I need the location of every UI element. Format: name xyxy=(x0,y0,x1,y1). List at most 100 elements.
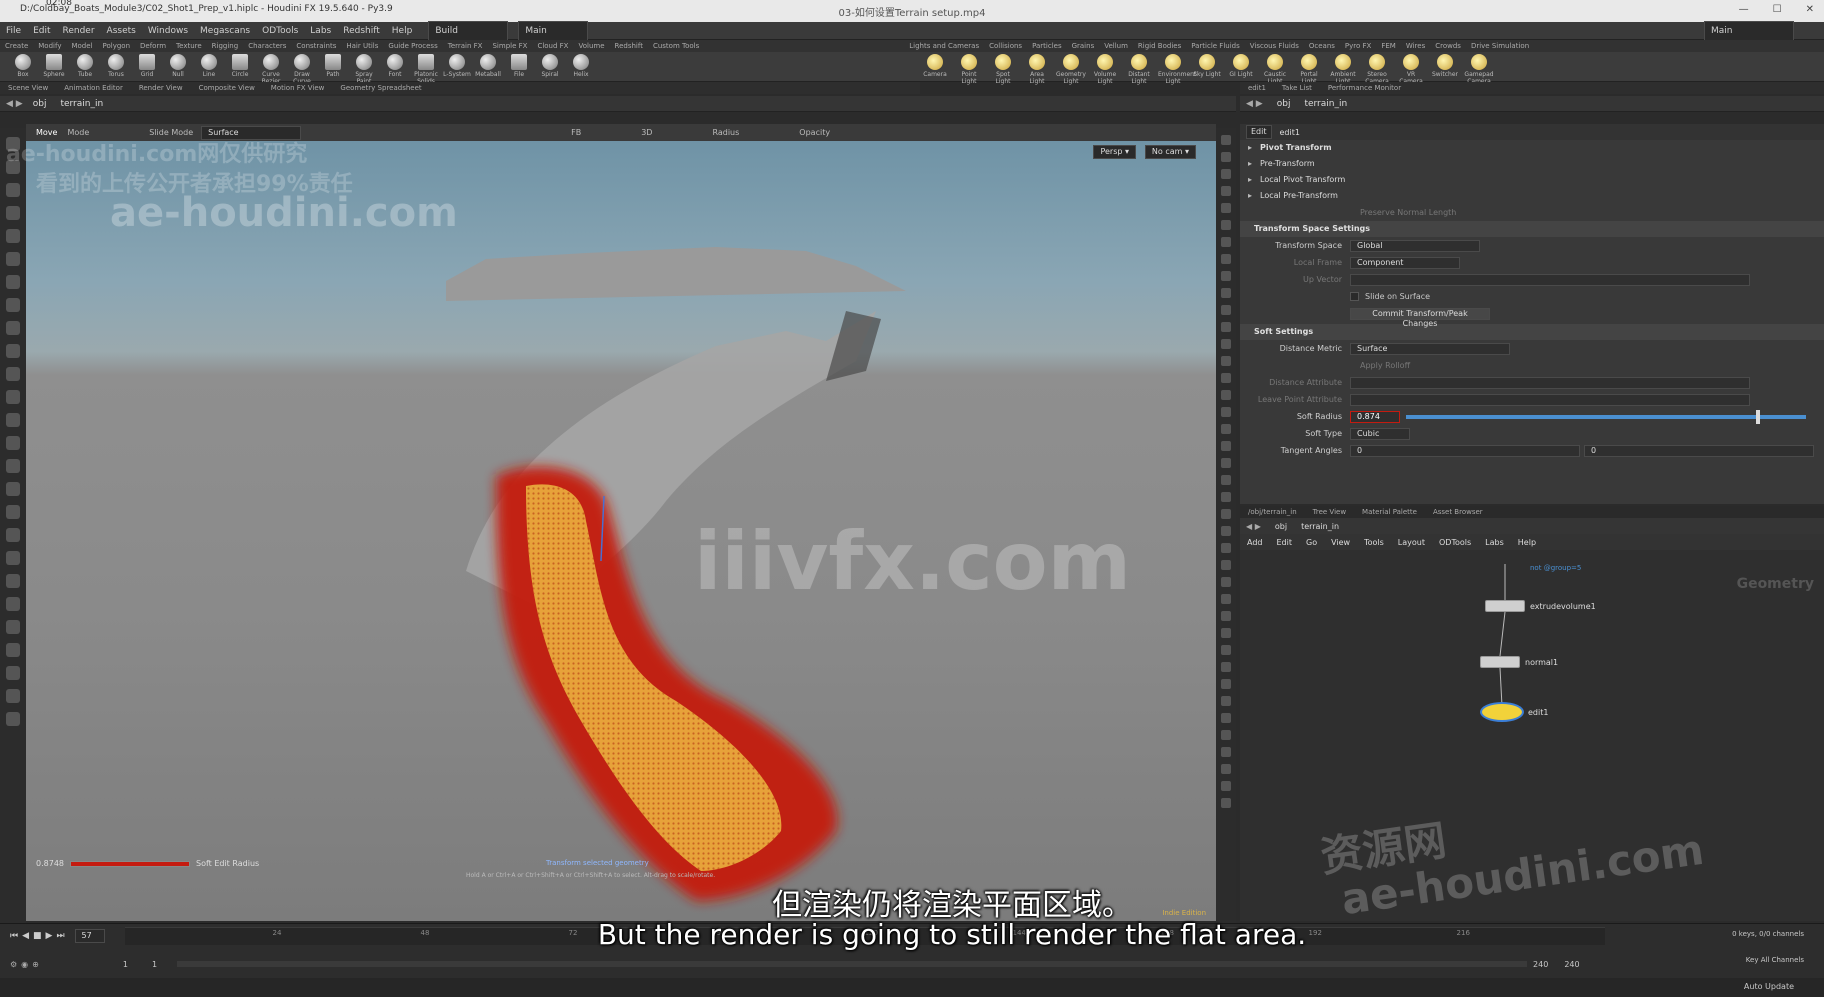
section-pivot-transform[interactable]: Pivot Transform xyxy=(1240,140,1824,156)
tool-icon[interactable] xyxy=(6,505,20,519)
shelf-tool-tube[interactable]: Tube xyxy=(70,54,100,78)
shelf-tab-2[interactable]: Model xyxy=(66,40,97,52)
display-option-icon[interactable] xyxy=(1221,424,1231,434)
display-option-icon[interactable] xyxy=(1221,152,1231,162)
shelf-tab-right-13[interactable]: Drive Simulation xyxy=(1466,40,1534,52)
display-option-icon[interactable] xyxy=(1221,764,1231,774)
move-tool-label[interactable]: Move xyxy=(36,128,57,137)
range-slider[interactable] xyxy=(177,961,1528,967)
shelf-tab-right-2[interactable]: Particles xyxy=(1027,40,1067,52)
back-icon[interactable]: ◀ ▶ xyxy=(6,99,23,109)
display-option-icon[interactable] xyxy=(1221,543,1231,553)
soft-radius-hud[interactable]: 0.8748 Soft Edit Radius xyxy=(36,859,259,868)
shelf-tool-platonic-solids[interactable]: Platonic Solids xyxy=(411,54,441,85)
pane-tab-right-2[interactable]: Performance Monitor xyxy=(1320,82,1409,94)
display-option-icon[interactable] xyxy=(1221,441,1231,451)
menu-assets[interactable]: Assets xyxy=(101,22,142,40)
soft-radius-slider-handle[interactable] xyxy=(1755,409,1760,424)
pane-tab-1[interactable]: Animation Editor xyxy=(56,82,131,94)
start-frame[interactable]: 1 xyxy=(123,960,128,969)
display-option-icon[interactable] xyxy=(1221,186,1231,196)
up-vector-field[interactable] xyxy=(1350,273,1750,286)
display-option-icon[interactable] xyxy=(1221,560,1231,570)
desktop-build-select[interactable]: Build xyxy=(428,20,509,41)
shelf-tool-sky-light[interactable]: Sky Light xyxy=(1192,54,1222,78)
shelf-tool-line[interactable]: Line xyxy=(194,54,224,78)
display-option-icon[interactable] xyxy=(1221,458,1231,468)
display-option-icon[interactable] xyxy=(1221,628,1231,638)
tool-icon[interactable] xyxy=(6,620,20,634)
tool-icon[interactable] xyxy=(6,551,20,565)
network-editor[interactable]: /obj/terrain_in Tree View Material Palette… xyxy=(1240,506,1824,921)
tool-icon[interactable] xyxy=(6,413,20,427)
display-option-icon[interactable] xyxy=(1221,254,1231,264)
shelf-tab-1[interactable]: Modify xyxy=(33,40,66,52)
nocam-menu[interactable]: No cam ▾ xyxy=(1144,145,1196,159)
shelf-tab-right-1[interactable]: Collisions xyxy=(984,40,1027,52)
tangent-angle-a[interactable]: 0 xyxy=(1350,444,1580,457)
display-option-icon[interactable] xyxy=(1221,611,1231,621)
distance-attribute-field[interactable] xyxy=(1350,376,1750,389)
display-option-icon[interactable] xyxy=(1221,373,1231,383)
display-option-icon[interactable] xyxy=(1221,509,1231,519)
menu-render[interactable]: Render xyxy=(57,22,101,40)
menu-megascans[interactable]: Megascans xyxy=(194,22,256,40)
shelf-tool-point-light[interactable]: Point Light xyxy=(954,54,984,85)
shelf-tool-path[interactable]: Path xyxy=(318,54,348,78)
shelf-tab-13[interactable]: Cloud FX xyxy=(532,40,573,52)
pane-tab-0[interactable]: Scene View xyxy=(0,82,56,94)
shelf-tool-null[interactable]: Null xyxy=(163,54,193,78)
tool-icon[interactable] xyxy=(6,252,20,266)
shelf-tool-portal-light[interactable]: Portal Light xyxy=(1294,54,1324,85)
path-obj[interactable]: obj xyxy=(1277,99,1291,109)
menu-redshift[interactable]: Redshift xyxy=(337,22,386,40)
tool-icon[interactable] xyxy=(6,689,20,703)
shelf-tool-grid[interactable]: Grid xyxy=(132,54,162,78)
tool-icon[interactable] xyxy=(6,183,20,197)
shelf-tool-caustic-light[interactable]: Caustic Light xyxy=(1260,54,1290,85)
apply-rolloff-checkbox[interactable]: Apply Rolloff xyxy=(1360,361,1410,370)
shelf-tab-right-3[interactable]: Grains xyxy=(1067,40,1100,52)
display-option-icon[interactable] xyxy=(1221,747,1231,757)
shelf-tab-4[interactable]: Deform xyxy=(135,40,171,52)
maximize-icon[interactable]: ☐ xyxy=(1773,4,1782,15)
tool-icon[interactable] xyxy=(6,137,20,151)
pane-tab-5[interactable]: Geometry Spreadsheet xyxy=(332,82,429,94)
tool-icon[interactable] xyxy=(6,712,20,726)
display-option-icon[interactable] xyxy=(1221,271,1231,281)
display-option-icon[interactable] xyxy=(1221,135,1231,145)
shelf-tab-5[interactable]: Texture xyxy=(171,40,207,52)
tool-icon[interactable] xyxy=(6,275,20,289)
shelf-tab-10[interactable]: Guide Process xyxy=(383,40,442,52)
tool-icon[interactable] xyxy=(6,597,20,611)
display-option-icon[interactable] xyxy=(1221,220,1231,230)
soft-radius-field[interactable]: 0.874 xyxy=(1350,410,1400,423)
shelf-tool-helix[interactable]: Helix xyxy=(566,54,596,78)
close-icon[interactable]: ✕ xyxy=(1806,4,1814,15)
soft-settings-header[interactable]: Soft Settings xyxy=(1240,324,1824,340)
tool-icon[interactable] xyxy=(6,367,20,381)
shelf-tab-15[interactable]: Redshift xyxy=(610,40,648,52)
node-extrudevolume1[interactable] xyxy=(1485,600,1525,612)
node-edit1[interactable] xyxy=(1480,702,1524,722)
section-local-pivot[interactable]: Local Pivot Transform xyxy=(1240,172,1824,188)
pane-tab-right-1[interactable]: Take List xyxy=(1274,82,1320,94)
display-option-icon[interactable] xyxy=(1221,679,1231,689)
shelf-tool-font[interactable]: Font xyxy=(380,54,410,78)
pane-tab-right-0[interactable]: edit1 xyxy=(1240,82,1274,94)
shelf-tool-camera[interactable]: Camera xyxy=(920,54,950,78)
shelf-tool-file[interactable]: File xyxy=(504,54,534,78)
key-all-channels[interactable]: Key All Channels xyxy=(1746,956,1804,964)
shelf-tab-right-11[interactable]: Wires xyxy=(1401,40,1430,52)
shelf-tab-right-12[interactable]: Crowds xyxy=(1430,40,1466,52)
shelf-tab-7[interactable]: Characters xyxy=(243,40,291,52)
tool-icon[interactable] xyxy=(6,321,20,335)
pane-tab-4[interactable]: Motion FX View xyxy=(263,82,333,94)
shelf-tab-right-7[interactable]: Viscous Fluids xyxy=(1245,40,1304,52)
tool-icon[interactable] xyxy=(6,229,20,243)
tool-icon[interactable] xyxy=(6,482,20,496)
shelf-tool-spiral[interactable]: Spiral xyxy=(535,54,565,78)
display-option-icon[interactable] xyxy=(1221,305,1231,315)
display-option-icon[interactable] xyxy=(1221,492,1231,502)
shelf-tab-right-5[interactable]: Rigid Bodies xyxy=(1133,40,1186,52)
